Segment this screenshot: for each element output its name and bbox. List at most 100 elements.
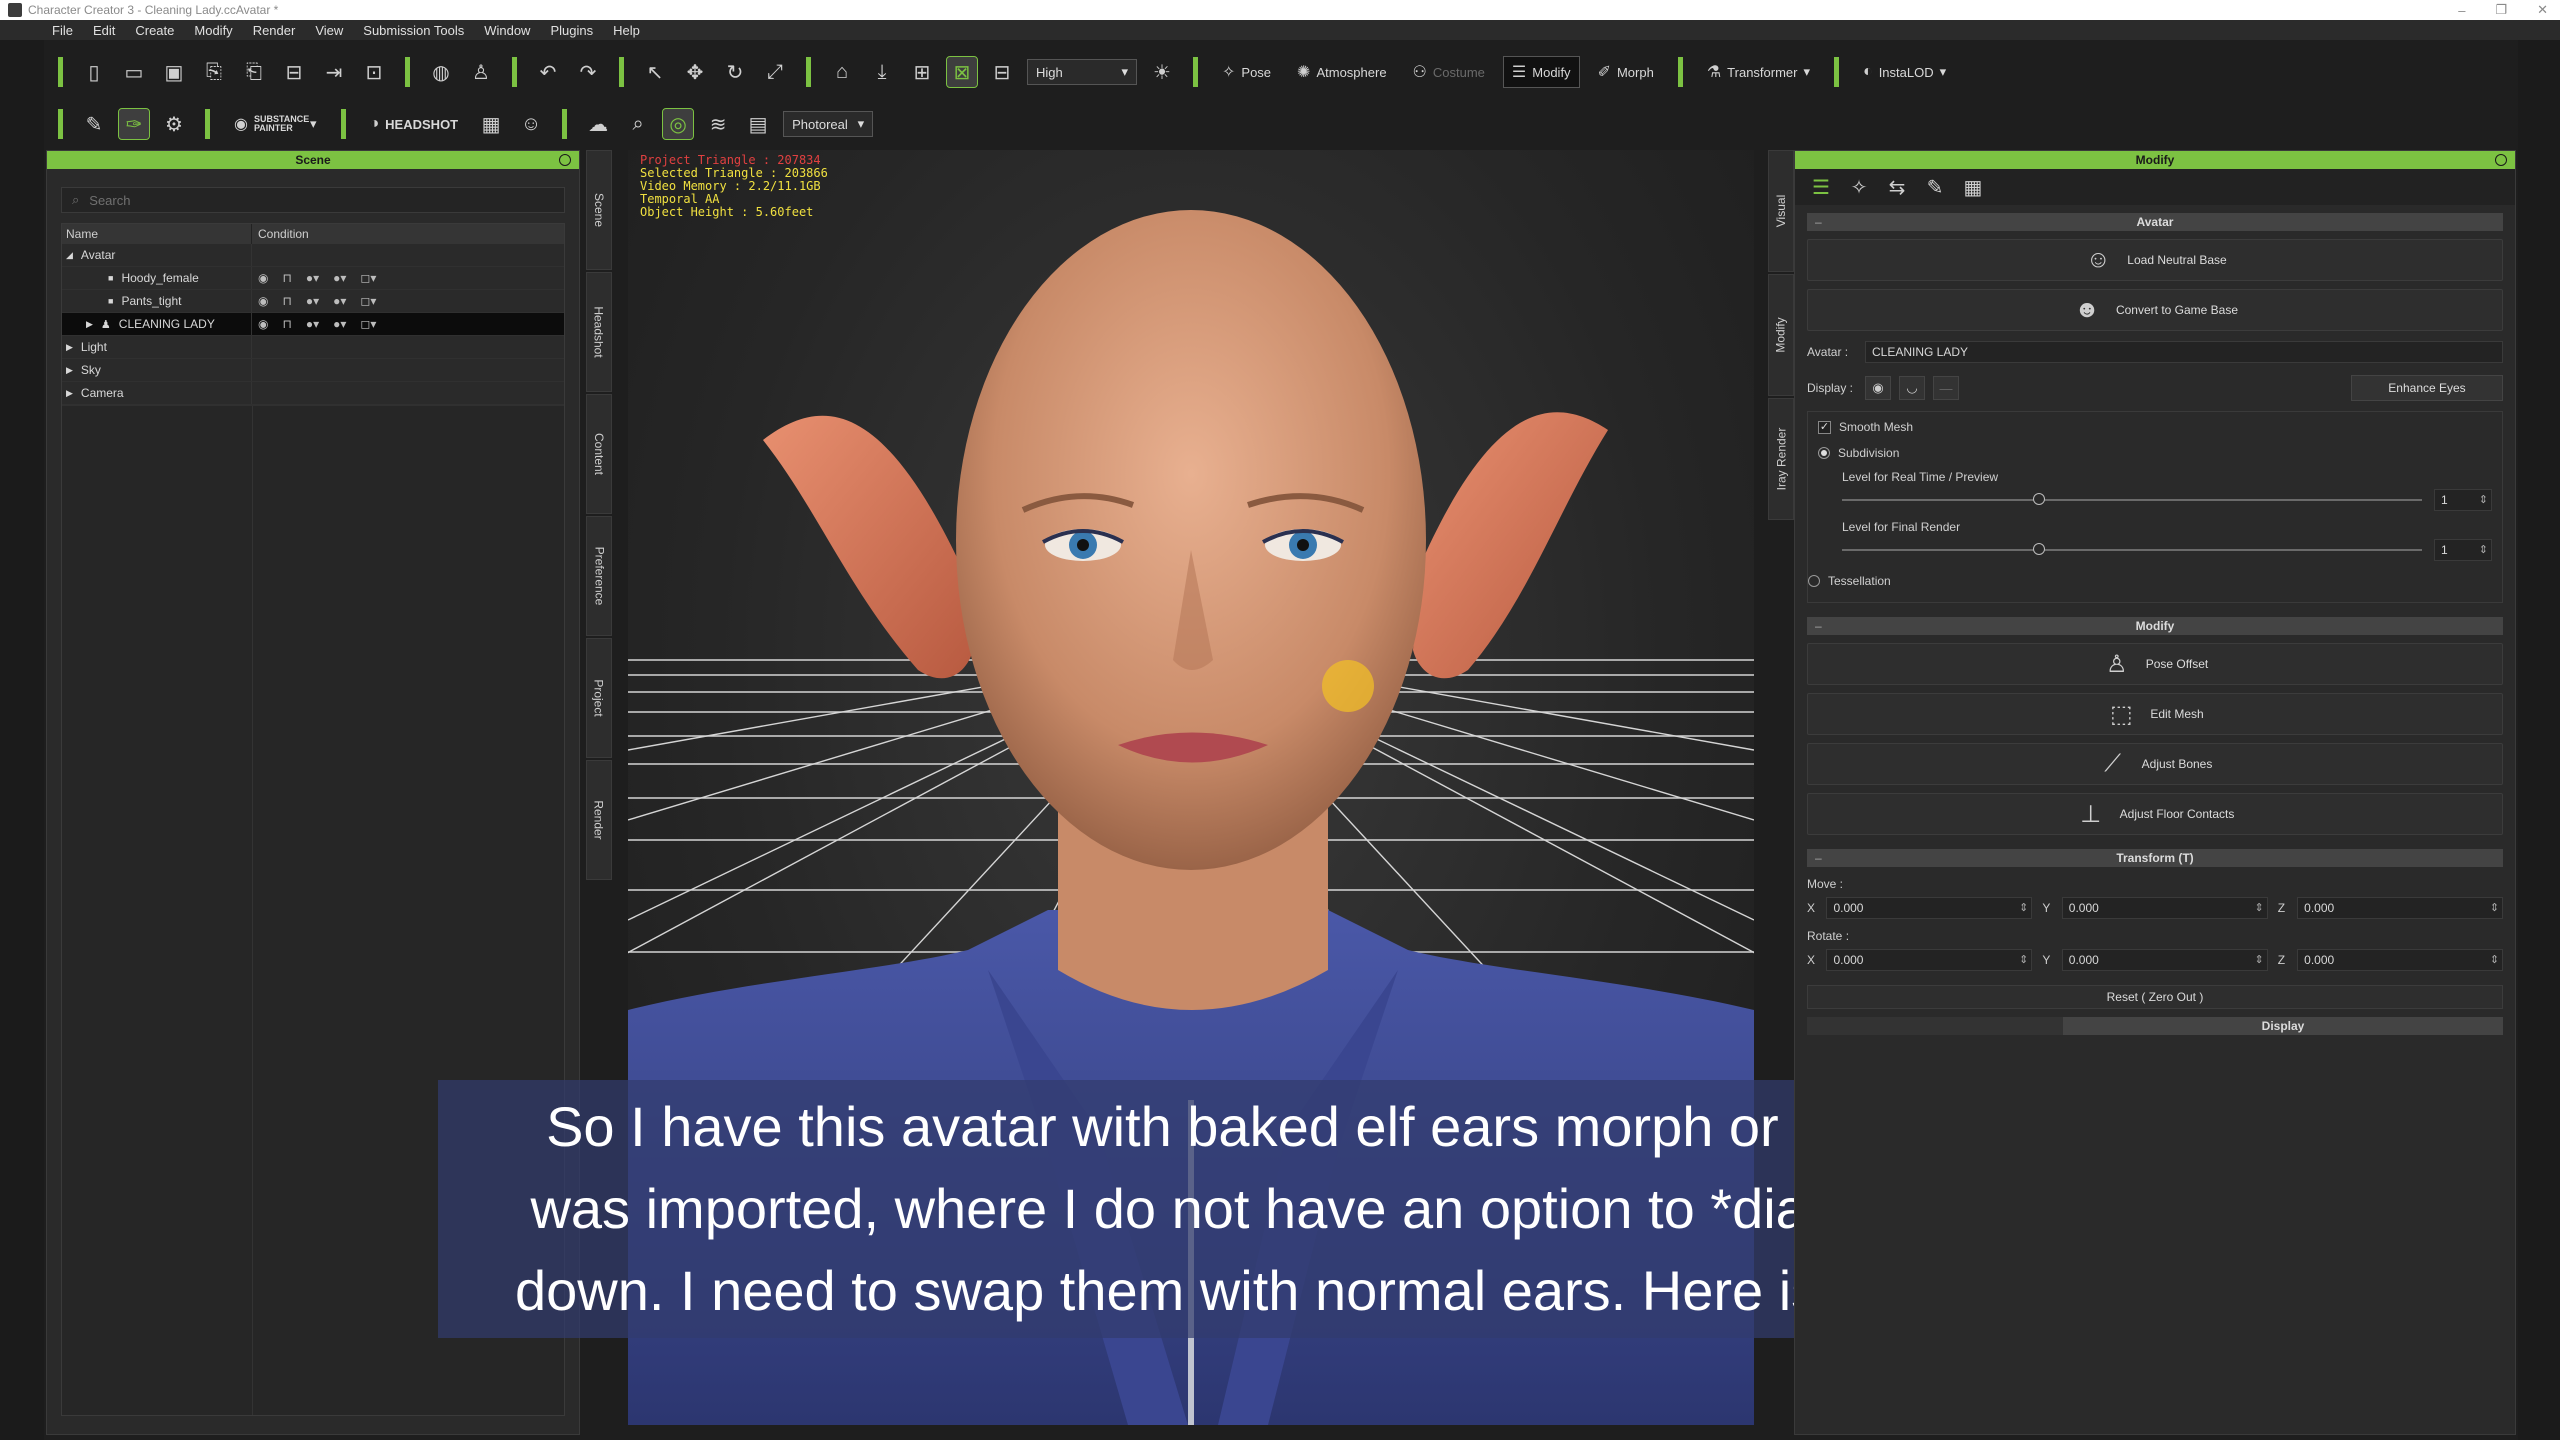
menu-window[interactable]: Window	[484, 23, 530, 38]
import-icon[interactable]: ⎘	[199, 57, 229, 87]
transformer-button[interactable]: ⚗ Transformer ▾	[1699, 56, 1818, 88]
render-settings-icon[interactable]: ≋	[703, 109, 733, 139]
tab-scene[interactable]: Scene	[586, 150, 612, 270]
headshot-button[interactable]: ◑ HEADSHOT	[362, 108, 467, 140]
tab-modify[interactable]: Modify	[1768, 274, 1794, 396]
redo-icon[interactable]: ↷	[573, 57, 603, 87]
menu-create[interactable]: Create	[135, 23, 174, 38]
modify-button[interactable]: ☰ Modify	[1502, 56, 1580, 88]
visible-eye-icon[interactable]: ◉	[258, 271, 268, 285]
column-condition[interactable]: Condition	[252, 224, 309, 244]
pen-icon[interactable]: ✎	[79, 109, 109, 139]
face-icon[interactable]: ☺	[516, 109, 546, 139]
render-icon[interactable]: ◻▾	[360, 317, 376, 331]
lock-icon[interactable]: ⊓	[282, 317, 291, 331]
pose-icon[interactable]: ✧	[1847, 175, 1871, 200]
save-icon[interactable]: ▣	[159, 57, 189, 87]
view-icon[interactable]: ⊟	[987, 57, 1017, 87]
collapse-icon[interactable]: –	[1815, 213, 1822, 231]
tree-item-light[interactable]: ▶ Light	[62, 336, 564, 359]
realtime-icon[interactable]: ◎	[662, 108, 695, 140]
material-icon[interactable]: ●▾	[306, 271, 319, 285]
character-icon[interactable]: ♙	[466, 57, 496, 87]
edit-pose-icon[interactable]: ✑	[118, 108, 150, 140]
tree-item-avatar[interactable]: ◢ Avatar	[62, 244, 564, 267]
tab-content[interactable]: Content	[586, 394, 612, 514]
sphere-icon[interactable]: ◍	[426, 57, 456, 87]
final-level-slider[interactable]	[1842, 543, 2422, 555]
visible-eye-icon[interactable]: ◉	[258, 317, 268, 331]
shadow-icon[interactable]: ●▾	[333, 271, 346, 285]
pose-offset-button[interactable]: ♙ Pose Offset	[1807, 643, 2503, 685]
render-icon[interactable]: ◻▾	[360, 294, 376, 308]
close-icon[interactable]: ✕	[2537, 2, 2548, 18]
send-icon[interactable]: ⇥	[319, 57, 349, 87]
adjust-floor-contacts-button[interactable]: ⊥ Adjust Floor Contacts	[1807, 793, 2503, 835]
frame-icon[interactable]: ⊞	[907, 57, 937, 87]
attribute-icon[interactable]: ✎	[1923, 175, 1947, 200]
minimize-icon[interactable]: –	[2458, 3, 2465, 18]
align-floor-icon[interactable]: ⤓	[867, 57, 897, 87]
menu-submission-tools[interactable]: Submission Tools	[363, 23, 464, 38]
select-arrow-icon[interactable]: ↖	[640, 57, 670, 87]
morph-icon[interactable]: ⇆	[1885, 175, 1909, 200]
search-input[interactable]: Search	[89, 193, 130, 208]
close-panel-icon[interactable]	[2495, 154, 2507, 166]
tree-item-hoody[interactable]: ■ Hoody_female ◉ ⊓ ●▾ ●▾ ◻▾	[62, 267, 564, 290]
export-icon[interactable]: ⎗	[239, 57, 269, 87]
costume-button[interactable]: ⚇ Costume	[1405, 56, 1493, 88]
reset-zero-out-button[interactable]: Reset ( Zero Out )	[1807, 985, 2503, 1009]
collapse-icon[interactable]: –	[1815, 849, 1822, 867]
material-icon[interactable]: ●▾	[306, 294, 319, 308]
menu-file[interactable]: File	[52, 23, 73, 38]
camera-frame-icon[interactable]: ⊠	[946, 56, 978, 88]
shadow-icon[interactable]: ●▾	[333, 294, 346, 308]
headshot-tool-icon[interactable]: ▦	[476, 109, 506, 139]
smooth-mesh-checkbox[interactable]: ✓ Smooth Mesh	[1818, 418, 2492, 436]
realtime-level-slider[interactable]	[1842, 493, 2422, 505]
scale-icon[interactable]: ⤢	[760, 57, 790, 87]
tab-iray-render[interactable]: Iray Render	[1768, 398, 1794, 520]
menu-edit[interactable]: Edit	[93, 23, 115, 38]
render-icon[interactable]: ◻▾	[360, 271, 376, 285]
tree-item-sky[interactable]: ▶ Sky	[62, 359, 564, 382]
move-icon[interactable]: ✥	[680, 57, 710, 87]
atmosphere-button[interactable]: ✺ Atmosphere	[1289, 56, 1395, 88]
final-level-spinbox[interactable]: 1	[2434, 539, 2492, 561]
avatar-section-header[interactable]: – Avatar	[1807, 213, 2503, 231]
realtime-level-spinbox[interactable]: 1	[2434, 489, 2492, 511]
usd-icon[interactable]: ⊟	[279, 57, 309, 87]
rotate-x-field[interactable]: 0.000	[1826, 949, 2033, 971]
transform-section-header[interactable]: – Transform (T)	[1807, 849, 2503, 867]
home-icon[interactable]: ⌂	[827, 57, 857, 87]
restore-icon[interactable]: ❐	[2495, 2, 2507, 18]
open-folder-icon[interactable]: ▭	[119, 57, 149, 87]
rotate-icon[interactable]: ↻	[720, 57, 750, 87]
adjust-bones-button[interactable]: ⟋ Adjust Bones	[1807, 743, 2503, 785]
load-neutral-base-button[interactable]: ☺ Load Neutral Base	[1807, 239, 2503, 281]
move-z-field[interactable]: 0.000	[2297, 897, 2504, 919]
pose-button[interactable]: ✧ Pose	[1214, 56, 1279, 88]
lock-icon[interactable]: ⊓	[282, 294, 291, 308]
layout-icon[interactable]: ▤	[743, 109, 773, 139]
tree-item-pants[interactable]: ■ Pants_tight ◉ ⊓ ●▾ ●▾ ◻▾	[62, 290, 564, 313]
scene-node-icon[interactable]: ⚙	[159, 109, 189, 139]
lock-icon[interactable]: ⊓	[282, 271, 291, 285]
slider-thumb[interactable]	[2033, 493, 2046, 505]
subdivision-radio[interactable]: Subdivision	[1818, 442, 2492, 464]
quality-select[interactable]: High ▾	[1027, 59, 1137, 85]
expand-arrow-icon[interactable]: ▶	[66, 365, 73, 376]
eye-dim-icon[interactable]: —	[1933, 376, 1959, 400]
rotate-z-field[interactable]: 0.000	[2297, 949, 2504, 971]
tree-item-cleaning-lady[interactable]: ▶ ♟ CLEANING LADY ◉ ⊓ ●▾ ●▾ ◻▾	[62, 313, 564, 336]
morph-button[interactable]: ✐ Morph	[1590, 56, 1662, 88]
rotate-y-field[interactable]: 0.000	[2061, 949, 2268, 971]
expand-arrow-icon[interactable]: ▶	[86, 319, 93, 330]
menu-render[interactable]: Render	[253, 23, 296, 38]
texture-checker-icon[interactable]: ▦	[1961, 175, 1985, 200]
menu-plugins[interactable]: Plugins	[550, 23, 593, 38]
edit-mesh-button[interactable]: ⬚ Edit Mesh	[1807, 693, 2503, 735]
render-icon[interactable]: ⊡	[359, 57, 389, 87]
expand-arrow-icon[interactable]: ◢	[66, 250, 73, 261]
instalod-button[interactable]: ◐ InstaLOD ▾	[1855, 56, 1954, 88]
